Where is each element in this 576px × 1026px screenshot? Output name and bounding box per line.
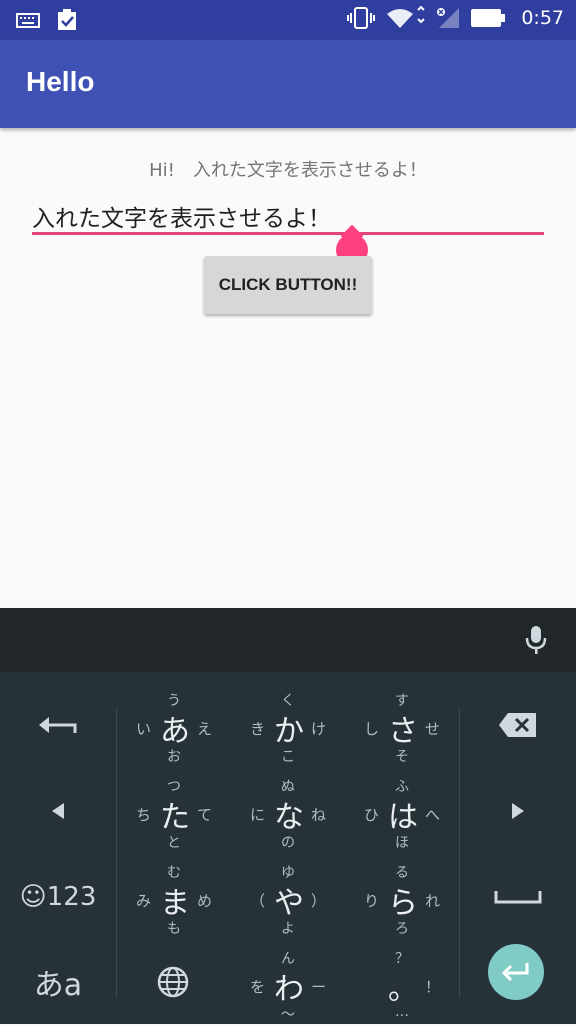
flick-down: ろ bbox=[395, 921, 409, 937]
flick-main: さ bbox=[388, 714, 418, 749]
flick-main: ら bbox=[388, 886, 418, 921]
main-content: Hi! 入れた文字を表示させるよ！ CLICK BUTTON!! bbox=[0, 128, 576, 608]
flick-left: を bbox=[250, 978, 266, 996]
flick-main: わ bbox=[274, 972, 304, 1007]
flick-left: ち bbox=[136, 806, 152, 824]
flick-down: そ bbox=[395, 749, 409, 765]
flick-right: せ bbox=[424, 720, 440, 738]
flick-down: こ bbox=[281, 749, 295, 765]
flick-key-ta[interactable]: つ ち た て と bbox=[116, 768, 232, 854]
arrow-right-icon bbox=[511, 803, 524, 819]
flick-right: ー bbox=[310, 978, 326, 996]
flick-left: い bbox=[136, 720, 152, 738]
microphone-icon[interactable] bbox=[524, 624, 548, 656]
flick-right: め bbox=[196, 892, 212, 910]
battery-icon bbox=[471, 9, 506, 27]
japanese-keyboard: ☺123 あa う い あ え お く き か け こ す し さ せ そ つ … bbox=[0, 672, 576, 1024]
keyboard-suggestion-bar bbox=[0, 608, 576, 672]
flick-down: よ bbox=[281, 921, 295, 937]
flick-down: … bbox=[395, 1004, 409, 1020]
app-bar: Hello bbox=[0, 40, 576, 128]
flick-down: 〜 bbox=[281, 1007, 295, 1023]
flick-right: ね bbox=[310, 806, 326, 824]
vibrate-icon bbox=[347, 7, 376, 29]
enter-icon bbox=[501, 963, 529, 982]
flick-down: お bbox=[167, 749, 181, 765]
flick-left: に bbox=[250, 806, 266, 824]
space-key[interactable] bbox=[459, 854, 576, 940]
flick-key-sa[interactable]: す し さ せ そ bbox=[344, 682, 460, 768]
signal-icon bbox=[437, 8, 460, 28]
flick-main: ま bbox=[160, 886, 190, 921]
input-underline bbox=[32, 232, 544, 235]
flick-main: や bbox=[274, 886, 304, 921]
keyboard-icon bbox=[16, 13, 40, 28]
flick-down: の bbox=[281, 835, 295, 851]
flick-key-ma[interactable]: む み ま め も bbox=[116, 854, 232, 940]
input-mode-key[interactable]: あa bbox=[0, 940, 116, 1024]
arrow-left-icon bbox=[52, 803, 64, 819]
clipboard-check-icon bbox=[58, 9, 76, 30]
flick-main: な bbox=[274, 800, 304, 835]
flick-key-na[interactable]: ぬ に な ね の bbox=[230, 768, 346, 854]
flick-left: し bbox=[364, 720, 380, 738]
flick-main: か bbox=[274, 714, 304, 749]
backspace-icon bbox=[498, 713, 536, 737]
globe-icon bbox=[157, 966, 189, 998]
flick-right: て bbox=[196, 806, 212, 824]
cursor-left-key[interactable] bbox=[0, 768, 116, 854]
emoji-number-key[interactable]: ☺123 bbox=[0, 854, 116, 940]
clock: 0:57 bbox=[521, 7, 564, 29]
cursor-right-key[interactable] bbox=[459, 768, 576, 854]
flick-right: へ bbox=[424, 806, 440, 824]
flick-main: あ bbox=[160, 714, 190, 749]
greeting-text: Hi! 入れた文字を表示させるよ！ bbox=[149, 160, 427, 181]
space-icon bbox=[494, 891, 541, 904]
flick-key-a[interactable]: う い あ え お bbox=[116, 682, 232, 768]
flick-left: り bbox=[364, 892, 380, 910]
flick-main: 。 bbox=[388, 972, 418, 1007]
click-button[interactable]: CLICK BUTTON!! bbox=[204, 256, 372, 314]
status-bar: 0:57 bbox=[0, 0, 576, 40]
flick-key-wa[interactable]: ん を わ ー 〜 bbox=[230, 940, 346, 1026]
flick-left: ひ bbox=[364, 806, 380, 824]
text-input[interactable] bbox=[32, 198, 544, 234]
flick-down: も bbox=[167, 921, 181, 937]
wifi-icon bbox=[387, 6, 426, 28]
backspace-key[interactable] bbox=[459, 682, 576, 768]
flick-key-punctuation[interactable]: ？ 。 ！ … bbox=[344, 940, 460, 1026]
flick-right: ！ bbox=[424, 978, 440, 996]
undo-arrow-icon bbox=[39, 717, 77, 733]
flick-left: （ bbox=[250, 892, 266, 910]
flick-right: け bbox=[310, 720, 326, 738]
flick-right: ） bbox=[310, 892, 326, 910]
undo-key[interactable] bbox=[0, 682, 116, 768]
flick-down: と bbox=[167, 835, 181, 851]
app-title: Hello bbox=[26, 66, 95, 97]
flick-main: た bbox=[160, 800, 190, 835]
flick-left: き bbox=[250, 720, 266, 738]
flick-key-ha[interactable]: ふ ひ は へ ほ bbox=[344, 768, 460, 854]
language-key[interactable] bbox=[116, 940, 230, 1024]
flick-main: は bbox=[388, 800, 418, 835]
flick-right: え bbox=[196, 720, 212, 738]
enter-key[interactable] bbox=[488, 944, 544, 1000]
flick-down: ほ bbox=[395, 835, 409, 851]
flick-key-ka[interactable]: く き か け こ bbox=[230, 682, 346, 768]
flick-left: み bbox=[136, 892, 152, 910]
flick-right: れ bbox=[424, 892, 440, 910]
flick-key-ya[interactable]: ゆ （ や ） よ bbox=[230, 854, 346, 940]
flick-key-ra[interactable]: る り ら れ ろ bbox=[344, 854, 460, 940]
